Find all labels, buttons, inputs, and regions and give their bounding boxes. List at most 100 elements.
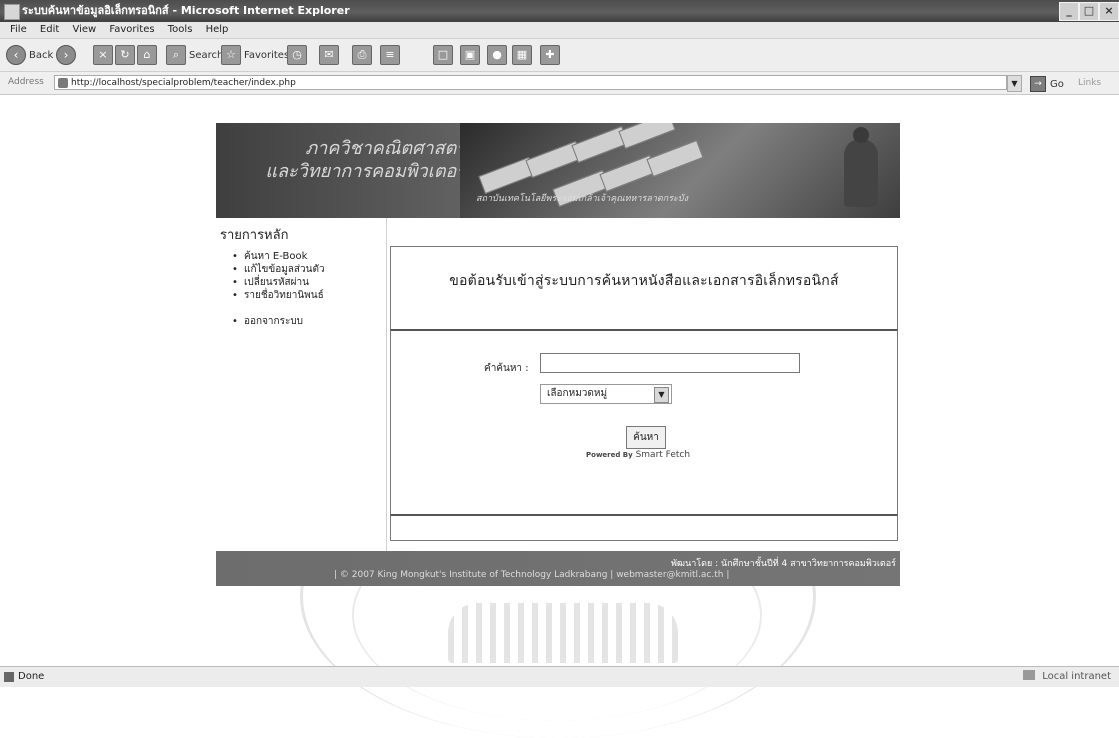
forward-arrow-icon: ›	[56, 45, 76, 65]
menu-edit-profile[interactable]: แก้ไขข้อมูลส่วนตัว	[232, 263, 325, 276]
search-icon: ⌕	[166, 45, 186, 65]
tools-button[interactable]: ✚	[540, 45, 560, 65]
stop-button[interactable]: ×	[93, 45, 113, 65]
star-icon: ☆	[221, 45, 241, 65]
status-text: Done	[18, 671, 45, 682]
search-input[interactable]	[540, 353, 800, 373]
home-button[interactable]: ⌂	[137, 45, 157, 65]
menu-search-ebook[interactable]: ค้นหา E-Book	[232, 250, 325, 263]
media-icon: ▦	[512, 45, 532, 65]
mail-button[interactable]: ✉	[319, 45, 339, 65]
footer-copyright-text: | © 2007 King Mongkut's Institute of Tec…	[334, 570, 730, 580]
menu-file[interactable]: File	[10, 24, 27, 35]
research-button[interactable]: ▣	[460, 45, 480, 65]
menu-view[interactable]: View	[72, 24, 96, 35]
powered-by-text: Powered By Smart Fetch	[586, 450, 690, 460]
media-button[interactable]: ▦	[512, 45, 532, 65]
back-arrow-icon: ‹	[6, 45, 26, 65]
category-select[interactable]: เลือกหมวดหมู่ ▼	[540, 384, 672, 404]
search-toolbar-label: Search	[189, 49, 224, 61]
menu-edit[interactable]: Edit	[40, 24, 59, 35]
search-button[interactable]: ค้นหา	[626, 426, 666, 449]
menu-favorites[interactable]: Favorites	[109, 24, 154, 35]
local-intranet-icon	[1023, 670, 1036, 680]
address-dropdown-button[interactable]: ▼	[1007, 75, 1022, 92]
security-zone: Local intranet	[1023, 667, 1111, 687]
main-menu-sidebar: รายการหลัก ค้นหา E-Book แก้ไขข้อมูลส่วนต…	[216, 218, 386, 551]
category-select-value: เลือกหมวดหมู่	[547, 388, 608, 399]
minimize-button[interactable]: _	[1059, 2, 1079, 21]
back-button[interactable]: ‹ Back	[6, 45, 53, 65]
search-form: คำค้นหา : เลือกหมวดหมู่ ▼ ค้นหา Powered …	[390, 329, 898, 515]
banner-caption: สถาบันเทคโนโลยีพระจอมเกล้าเจ้าคุณทหารลาด…	[476, 194, 688, 204]
main-menu-title: รายการหลัก	[220, 228, 289, 243]
site-banner: ภาควิชาคณิตศาสตร์ และวิทยาการคอมพิวเตอร์…	[216, 123, 900, 218]
page-done-icon	[4, 672, 14, 682]
watermark-seal-emblem	[448, 603, 678, 663]
banner-photo: สถาบันเทคโนโลยีพระจอมเกล้าเจ้าคุณทหารลาด…	[460, 123, 900, 218]
maximize-button[interactable]: □	[1079, 2, 1099, 21]
menu-logout[interactable]: ออกจากระบบ	[232, 315, 325, 328]
content-bottom-panel	[390, 514, 898, 541]
banner-department-name: ภาควิชาคณิตศาสตร์ และวิทยาการคอมพิวเตอร์	[216, 137, 466, 183]
web-page-viewport: ภาควิชาคณิตศาสตร์ และวิทยาการคอมพิวเตอร์…	[0, 95, 1119, 738]
banner-line-1: ภาควิชาคณิตศาสตร์	[305, 138, 466, 159]
keyboard-key-image	[618, 123, 676, 150]
menu-spacer	[232, 302, 325, 315]
status-bar: Done Local intranet	[0, 666, 1119, 687]
powered-by-name: Smart Fetch	[635, 450, 691, 460]
window-title-bar: ระบบค้นหาข้อมูลอิเล็กทรอนิกส์ - Microsof…	[0, 0, 1119, 22]
welcome-panel: ขอต้อนรับเข้าสู่ระบบการค้นหาหนังสือและเอ…	[390, 246, 898, 330]
tools-icon: ✚	[540, 45, 560, 65]
mail-icon: ✉	[319, 45, 339, 65]
close-button[interactable]: ×	[1099, 2, 1119, 21]
main-content: ขอต้อนรับเข้าสู่ระบบการค้นหาหนังสือและเอ…	[386, 218, 901, 551]
chevron-down-icon: ▼	[654, 387, 669, 403]
address-label: Address	[8, 77, 44, 87]
stop-icon: ×	[93, 45, 113, 65]
search-toolbar-button[interactable]: ⌕ Search	[166, 45, 223, 65]
messenger-button[interactable]: ●	[487, 45, 507, 65]
keyboard-key-image	[646, 139, 704, 178]
edit-button[interactable]: ≡	[380, 45, 400, 65]
go-button[interactable]: → Go	[1030, 76, 1064, 92]
search-label: คำค้นหา :	[484, 363, 529, 374]
messenger-icon: ●	[487, 45, 507, 65]
history-button[interactable]: ◷	[287, 45, 307, 65]
favorites-label: Favorites	[244, 49, 290, 61]
window-title: ระบบค้นหาข้อมูลอิเล็กทรอนิกส์ - Microsof…	[22, 4, 350, 17]
internet-explorer-icon	[4, 4, 20, 20]
menu-change-password[interactable]: เปลี่ยนรหัสผ่าน	[232, 276, 325, 289]
forward-button[interactable]: ›	[56, 45, 76, 65]
back-label: Back	[29, 49, 54, 61]
research-icon: ▣	[460, 45, 480, 65]
banner-line-2: และวิทยาการคอมพิวเตอร์	[265, 161, 466, 182]
edit-icon: ≡	[380, 45, 400, 65]
refresh-button[interactable]: ↻	[115, 45, 135, 65]
menu-thesis-list[interactable]: รายชื่อวิทยานิพนธ์	[232, 289, 325, 302]
security-zone-label: Local intranet	[1042, 671, 1111, 682]
footer-developer-text: พัฒนาโดย : นักศึกษาชั้นปีที่ 4 สาขาวิทยา…	[671, 559, 896, 569]
page-icon	[58, 78, 68, 88]
go-label: Go	[1050, 78, 1064, 90]
menu-help[interactable]: Help	[206, 24, 229, 35]
home-icon: ⌂	[137, 45, 157, 65]
address-url: http://localhost/specialproblem/teacher/…	[71, 78, 296, 88]
menu-tools[interactable]: Tools	[168, 24, 193, 35]
web-page-container: ภาควิชาคณิตศาสตร์ และวิทยาการคอมพิวเตอร์…	[216, 123, 900, 586]
refresh-icon: ↻	[115, 45, 135, 65]
address-input[interactable]: http://localhost/specialproblem/teacher/…	[54, 75, 1007, 90]
discuss-icon: □	[433, 45, 453, 65]
favorites-button[interactable]: ☆ Favorites	[221, 45, 289, 65]
go-arrow-icon: →	[1030, 76, 1046, 92]
main-menu-list: ค้นหา E-Book แก้ไขข้อมูลส่วนตัว เปลี่ยนร…	[232, 250, 325, 328]
welcome-heading: ขอต้อนรับเข้าสู่ระบบการค้นหาหนังสือและเอ…	[449, 273, 839, 289]
history-icon: ◷	[287, 45, 307, 65]
statue-image	[844, 127, 878, 207]
discuss-button[interactable]: □	[433, 45, 453, 65]
powered-by-label: Powered By	[586, 451, 633, 459]
menu-bar: File Edit View Favorites Tools Help	[0, 22, 1119, 39]
print-icon: ⎙	[352, 45, 372, 65]
print-button[interactable]: ⎙	[352, 45, 372, 65]
links-button[interactable]: Links	[1078, 78, 1101, 88]
